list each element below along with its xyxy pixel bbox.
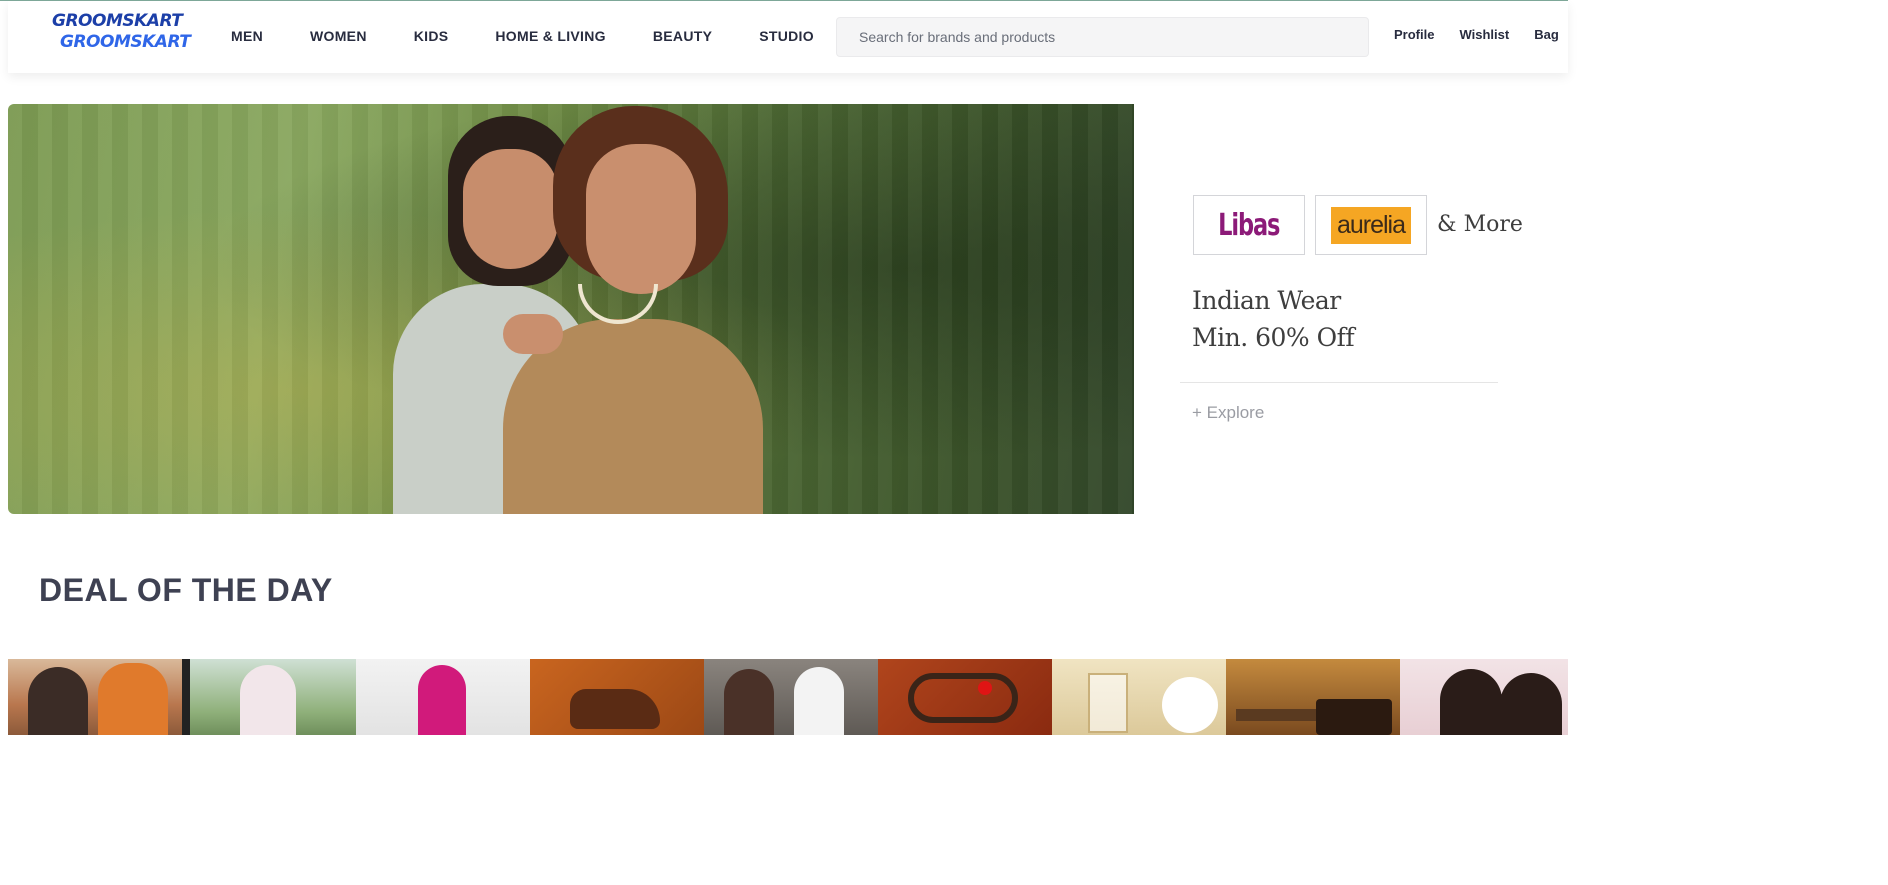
nav-home-living[interactable]: HOME & LIVING — [495, 28, 605, 44]
more-brands-text: & More — [1437, 212, 1523, 237]
deal-model-shape — [1440, 669, 1502, 735]
deal-carousel — [8, 659, 1568, 735]
deal-model-shape — [1500, 673, 1562, 735]
nav-beauty[interactable]: BEAUTY — [653, 28, 712, 44]
deal-model-shape — [98, 663, 168, 735]
model-left-face — [463, 149, 558, 269]
hero-banner-image[interactable] — [8, 104, 1134, 514]
deal-model-shape — [240, 665, 296, 735]
deal-accent-dot — [978, 681, 992, 695]
deal-pole — [182, 659, 190, 735]
site-header: GROOMSKART GROOMSKART MEN WOMEN KIDS HOM… — [8, 1, 1568, 73]
brand-libas-text: Libas — [1218, 207, 1280, 243]
promo-title: Indian Wear Min. 60% Off — [1192, 282, 1355, 356]
profile-link[interactable]: Profile — [1394, 27, 1434, 42]
deal-card-pink-dress[interactable] — [356, 659, 530, 735]
search-input[interactable] — [859, 29, 1346, 45]
brand-logo-libas: Libas — [1193, 195, 1305, 255]
search-bar — [836, 17, 1369, 57]
brand-logo-aurelia: aurelia — [1315, 195, 1427, 255]
header-actions: Profile Wishlist Bag — [1394, 27, 1584, 42]
deal-card-loafers[interactable] — [704, 659, 878, 735]
deal-of-the-day-title: DEAL OF THE DAY — [39, 572, 333, 608]
deal-belt-shape — [1236, 709, 1316, 721]
deal-shoe-shape — [794, 667, 844, 735]
deal-shoe-shape — [570, 689, 660, 729]
deal-card-beauty[interactable] — [1400, 659, 1568, 735]
deal-card-couple[interactable] — [8, 659, 182, 735]
deal-model-shape — [28, 667, 88, 735]
promo-title-line1: Indian Wear — [1192, 286, 1341, 315]
logo-text-primary: GROOMSKART — [52, 11, 183, 31]
model-hand — [503, 314, 563, 354]
bag-link[interactable]: Bag — [1534, 27, 1559, 42]
nav-kids[interactable]: KIDS — [414, 28, 449, 44]
nav-women[interactable]: WOMEN — [310, 28, 367, 44]
deal-card-wallet[interactable] — [1226, 659, 1400, 735]
nav-studio[interactable]: STUDIO — [759, 28, 814, 44]
deal-card-women-outdoor[interactable] — [182, 659, 356, 735]
deal-card-shoes-brown[interactable] — [530, 659, 704, 735]
explore-link[interactable]: + Explore — [1192, 403, 1264, 423]
logo[interactable]: GROOMSKART GROOMSKART — [52, 11, 191, 53]
deal-glass-shape — [1088, 673, 1128, 733]
hero-promo-panel[interactable]: Libas aurelia & More Indian Wear Min. 60… — [1134, 104, 1568, 514]
promo-title-line2: Min. 60% Off — [1192, 323, 1355, 352]
brand-aurelia-text: aurelia — [1330, 206, 1412, 244]
deal-card-heels[interactable] — [878, 659, 1052, 735]
deal-wallet-shape — [1316, 699, 1392, 735]
deal-card-tableware[interactable] — [1052, 659, 1226, 735]
model-right-face — [586, 144, 696, 294]
deal-model-shape — [418, 665, 466, 735]
deal-cup-shape — [1162, 677, 1218, 733]
nav-men[interactable]: MEN — [231, 28, 263, 44]
promo-divider — [1180, 382, 1498, 383]
wishlist-link[interactable]: Wishlist — [1459, 27, 1509, 42]
main-nav: MEN WOMEN KIDS HOME & LIVING BEAUTY STUD… — [231, 28, 861, 44]
deal-heel-shape — [908, 673, 1018, 723]
logo-text-secondary: GROOMSKART — [60, 32, 191, 52]
deal-shoe-shape — [724, 669, 774, 735]
